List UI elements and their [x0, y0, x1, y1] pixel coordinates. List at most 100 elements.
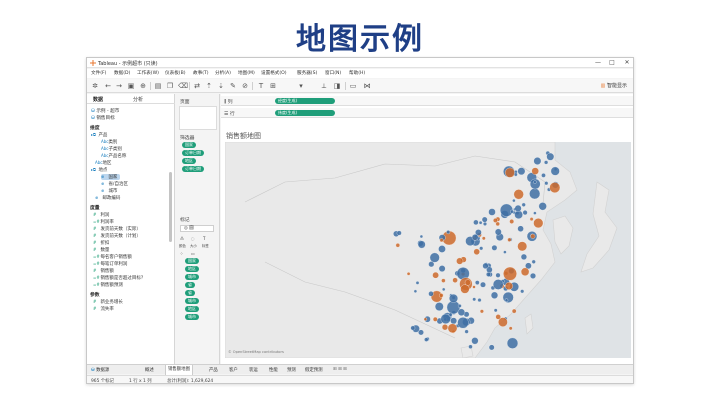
group-icon[interactable]: ⊘: [241, 82, 249, 90]
map-mark[interactable]: [488, 208, 496, 216]
map-mark[interactable]: [492, 279, 504, 290]
map-mark[interactable]: [505, 282, 513, 290]
tab-product[interactable]: 产品: [209, 367, 218, 373]
map-mark[interactable]: [479, 309, 484, 314]
filter-pill[interactable]: 国家: [182, 142, 196, 148]
tooltip-icon[interactable]: ▭: [191, 251, 195, 256]
clear-icon[interactable]: ⌫: [178, 82, 188, 90]
map-mark[interactable]: [473, 219, 479, 226]
map-mark[interactable]: [477, 298, 482, 303]
map-mark[interactable]: [521, 202, 526, 207]
new-datasource-icon[interactable]: ⊕: [139, 82, 147, 90]
datasource-sales-target[interactable]: ⛁ 销售目标: [91, 115, 115, 121]
measure-profit-per-order[interactable]: =# 每笔订单利润: [93, 261, 127, 267]
parameter-churn-rate[interactable]: # 流失率: [93, 306, 114, 312]
measure-quantity[interactable]: # 数量: [93, 247, 109, 253]
map-mark[interactable]: [432, 316, 438, 322]
tab-what-if[interactable]: 假定预测: [305, 367, 323, 373]
measure-sales-per-customer[interactable]: =# 每名客户销售额: [93, 254, 132, 260]
mark-pill[interactable]: 城市: [185, 298, 199, 304]
menu-format[interactable]: 设置格式(O): [261, 70, 287, 76]
detail-icon[interactable]: ⁘: [180, 251, 183, 256]
sales-map[interactable]: [225, 142, 631, 358]
columns-shelf[interactable]: ⫼ 列 经度(生成): [221, 96, 633, 106]
redo-icon[interactable]: →: [115, 82, 123, 90]
map-mark[interactable]: [473, 248, 480, 255]
measure-sales[interactable]: # 销售额: [93, 268, 114, 274]
mark-pill[interactable]: 国家: [185, 258, 199, 264]
map-mark[interactable]: [447, 323, 458, 334]
tab-performance[interactable]: 性能: [269, 367, 278, 373]
map-mark[interactable]: [510, 209, 514, 214]
map-mark[interactable]: [438, 245, 446, 253]
map-mark[interactable]: [529, 188, 541, 200]
filter-pill[interactable]: 订单日期: [182, 150, 204, 156]
map-mark[interactable]: [468, 344, 473, 349]
dimension-city[interactable]: ⊕ 城市: [101, 188, 117, 194]
fix-axes-icon[interactable]: ⊞: [269, 82, 277, 90]
map-mark[interactable]: [395, 243, 400, 248]
fit-dropdown-icon[interactable]: ▾: [297, 82, 305, 90]
color-button-label[interactable]: 颜色: [179, 243, 186, 248]
presentation-icon[interactable]: ▭: [349, 82, 357, 90]
map-mark[interactable]: [493, 218, 498, 223]
size-button-label[interactable]: 大小: [190, 243, 197, 248]
measure-profit-ratio[interactable]: =# 利润率: [93, 219, 114, 225]
close-button[interactable]: ✕: [622, 59, 632, 66]
map-mark[interactable]: [530, 272, 536, 279]
dimension-subcategory[interactable]: Abc 子类别: [101, 146, 122, 152]
map-mark[interactable]: [464, 279, 471, 286]
dimension-region[interactable]: Abc 地区: [95, 160, 111, 166]
map-mark[interactable]: [471, 234, 479, 241]
map-mark[interactable]: [450, 317, 457, 325]
maximize-button[interactable]: □: [607, 59, 617, 66]
dimension-country[interactable]: ⊕ 国家: [101, 174, 121, 180]
menu-worksheet[interactable]: 工作表(W): [137, 70, 159, 76]
map-mark[interactable]: [544, 181, 549, 186]
map-mark[interactable]: [494, 228, 502, 236]
map-mark[interactable]: [522, 210, 528, 216]
data-pane-scrollbar[interactable]: [169, 172, 172, 242]
map-mark[interactable]: [529, 178, 541, 190]
dimension-province[interactable]: ⊕ 省/自治区: [101, 181, 128, 187]
map-mark[interactable]: [442, 287, 446, 292]
map-mark[interactable]: [498, 317, 508, 327]
map-mark[interactable]: [530, 233, 536, 239]
menu-analysis[interactable]: 分析(A): [215, 70, 231, 76]
tab-shipping[interactable]: 装运: [249, 367, 258, 373]
pages-card[interactable]: [179, 106, 217, 130]
map-mark[interactable]: [410, 325, 416, 331]
color-icon[interactable]: ⁂: [180, 236, 184, 241]
map-mark[interactable]: [544, 160, 549, 165]
map-mark[interactable]: [495, 272, 501, 278]
map-mark[interactable]: [533, 211, 537, 215]
tab-analysis[interactable]: 分析: [133, 96, 143, 103]
map-mark[interactable]: [505, 167, 515, 178]
map-mark[interactable]: [415, 281, 420, 285]
map-mark[interactable]: [480, 281, 486, 288]
mark-type-dropdown[interactable]: ◎ 圆: [180, 225, 214, 232]
map-mark[interactable]: [533, 157, 542, 165]
map-mark[interactable]: [446, 230, 451, 235]
map-mark[interactable]: [482, 262, 489, 269]
mark-pill[interactable]: 地区: [185, 266, 199, 272]
map-mark[interactable]: [429, 252, 440, 263]
map-mark[interactable]: [512, 198, 516, 203]
map-mark[interactable]: [438, 265, 446, 272]
pin-icon[interactable]: ⟂: [320, 82, 328, 90]
map-mark[interactable]: [520, 253, 527, 260]
map-mark[interactable]: [457, 308, 466, 316]
tab-sales-map[interactable]: 销售额地图: [165, 365, 193, 375]
map-mark[interactable]: [457, 317, 469, 329]
dimension-product-name[interactable]: Abc 产品名称: [101, 153, 126, 159]
tooltip-icon[interactable]: ◨: [333, 82, 341, 90]
map-mark[interactable]: [531, 167, 539, 175]
measure-days-actual[interactable]: # 发货前天数（实际）: [93, 226, 141, 232]
labels-icon[interactable]: T: [257, 82, 265, 90]
map-mark[interactable]: [441, 278, 446, 283]
map-mark[interactable]: [513, 172, 518, 177]
minimize-button[interactable]: —: [593, 59, 603, 66]
map-mark[interactable]: [481, 216, 488, 223]
map-mark[interactable]: [550, 166, 560, 176]
map-mark[interactable]: [457, 304, 462, 308]
